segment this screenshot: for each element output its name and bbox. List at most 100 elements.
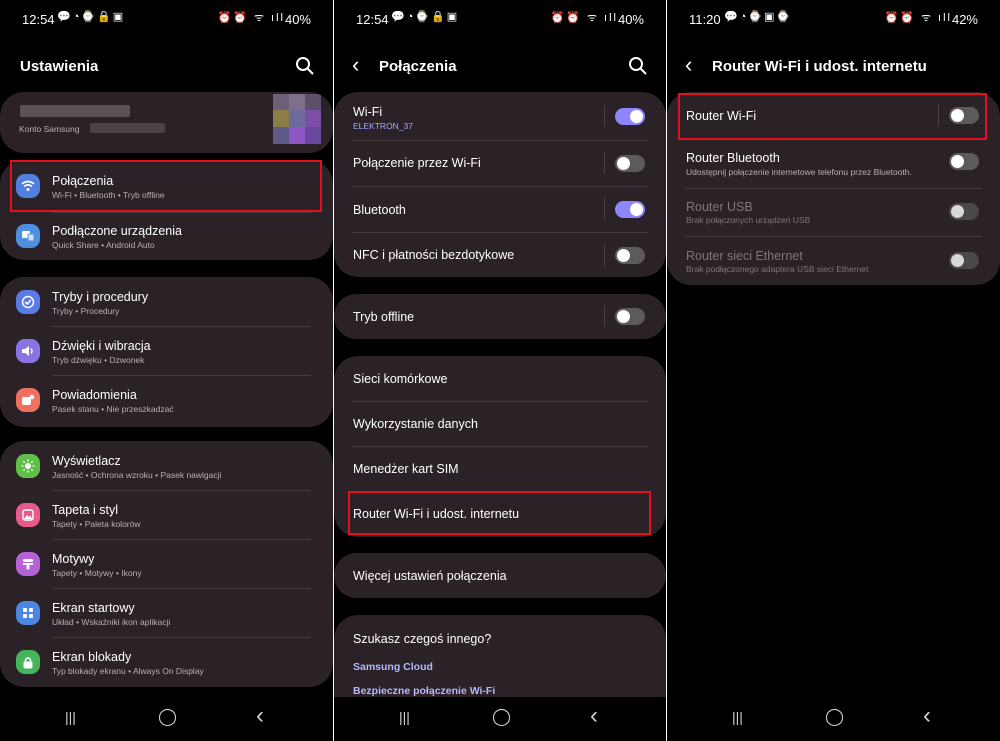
row-label: Wi-Fi (353, 105, 383, 119)
wifi-calling-toggle[interactable] (615, 155, 645, 172)
connections-group-4: Więcej ustawień połączenia (334, 553, 666, 598)
wifi-network-name: ELEKTRON_37 (353, 121, 413, 131)
blurred-email (90, 123, 165, 133)
item-label: Ekran startowy (52, 601, 135, 615)
nfc-toggle[interactable] (615, 247, 645, 264)
page-title: Ustawienia (20, 58, 99, 75)
status-bar: 11:20 💬◔⌚▣⌚ ⏰⏰ ᯤ ıll 42% (667, 0, 1000, 36)
back-button[interactable]: ‹ (256, 702, 264, 730)
wifi-toggle[interactable] (615, 108, 645, 125)
item-subtitle: Układ • Wskaźniki ikon aplikacji (52, 617, 171, 627)
settings-group-3: Wyświetlacz Jasność • Ochrona wzroku • P… (0, 441, 333, 687)
row-data-usage[interactable]: Wykorzystanie danych (334, 401, 666, 446)
vertical-divider (604, 105, 605, 127)
link-secure-wifi[interactable]: Bezpieczne połączenie Wi-Fi (353, 685, 495, 697)
connections-group-2: Tryb offline (334, 294, 666, 339)
settings-item-lock-screen[interactable]: Ekran blokady Typ blokady ekranu • Alway… (0, 637, 333, 687)
settings-item-connected-devices[interactable]: Podłączone urządzenia Quick Share • Andr… (0, 212, 333, 260)
row-sim-manager[interactable]: Menedżer kart SIM (334, 446, 666, 491)
row-label: Bluetooth (353, 203, 406, 217)
account-card[interactable]: Konto Samsung (0, 92, 333, 153)
recents-button[interactable]: ||| (399, 709, 410, 725)
item-label: Tapeta i styl (52, 503, 119, 517)
status-time: 11:20 (689, 12, 721, 27)
row-label: Router sieci Ethernet (686, 249, 803, 263)
volume-icon (16, 339, 40, 363)
row-label: Połączenie przez Wi-Fi (353, 156, 481, 170)
item-subtitle: Typ blokady ekranu • Always On Display (52, 666, 204, 676)
app-bar: Ustawienia (0, 50, 333, 84)
row-bluetooth-tethering[interactable]: Router Bluetooth Udostępnij połączenie i… (667, 140, 1000, 188)
navigation-bar: ||| ◯ ‹ (334, 697, 666, 741)
bluetooth-tethering-toggle[interactable] (949, 153, 979, 170)
notification-icons: 💬◔⌚🔒▣ (57, 11, 126, 23)
settings-item-sounds[interactable]: Dźwięki i wibracja Tryb dźwięku • Dzwone… (0, 326, 333, 376)
item-label: Dźwięki i wibracja (52, 339, 151, 353)
vertical-divider (604, 198, 605, 220)
row-more-connection-settings[interactable]: Więcej ustawień połączenia (334, 553, 666, 598)
settings-item-notifications[interactable]: Powiadomienia Pasek stanu • Nie przeszka… (0, 375, 333, 427)
hotspot-screen: 11:20 💬◔⌚▣⌚ ⏰⏰ ᯤ ıll 42% ‹ Router Wi-Fi … (667, 0, 1000, 741)
vertical-divider (604, 244, 605, 266)
notification-icons: 💬◔⌚▣⌚ (724, 11, 793, 23)
row-bluetooth[interactable]: Bluetooth (334, 186, 666, 232)
settings-item-home-screen[interactable]: Ekran startowy Układ • Wskaźniki ikon ap… (0, 588, 333, 638)
row-subtitle: Brak podłączonego adaptera USB sieci Eth… (686, 264, 869, 274)
lock-icon (16, 650, 40, 674)
row-subtitle: Udostępnij połączenie internetowe telefo… (686, 167, 912, 177)
search-icon[interactable] (295, 56, 315, 76)
battery-level: 40% (617, 12, 644, 27)
usb-tethering-toggle (949, 203, 979, 220)
item-subtitle: Jasność • Ochrona wzroku • Pasek nawigac… (52, 470, 222, 480)
row-mobile-networks[interactable]: Sieci komórkowe (334, 356, 666, 401)
brightness-icon (16, 454, 40, 478)
recents-button[interactable]: ||| (732, 709, 743, 725)
link-samsung-cloud[interactable]: Samsung Cloud (353, 661, 433, 673)
back-button[interactable]: ‹ (923, 702, 931, 730)
battery-level: 40% (284, 12, 311, 27)
settings-item-modes-routines[interactable]: Tryby i procedury Tryby • Procedury (0, 277, 333, 327)
bluetooth-toggle[interactable] (615, 201, 645, 218)
row-label: Router USB (686, 200, 753, 214)
back-arrow-icon[interactable]: ‹ (352, 52, 359, 78)
page-title: Połączenia (379, 58, 457, 75)
row-subtitle: Brak połączonych urządzeń USB (686, 215, 811, 225)
settings-item-wallpaper[interactable]: Tapeta i styl Tapety • Paleta kolorów (0, 490, 333, 540)
row-wifi-calling[interactable]: Połączenie przez Wi-Fi (334, 140, 666, 186)
app-bar: ‹ Połączenia (334, 50, 666, 84)
status-time: 12:54 (356, 12, 389, 27)
row-wifi[interactable]: Wi-Fi ELEKTRON_37 (334, 92, 666, 140)
status-bar: 12:54 💬◔⌚🔒▣ ⏰⏰ ᯤ ıll 40% (0, 0, 333, 36)
settings-item-themes[interactable]: Motywy Tapety • Motywy • Ikony (0, 539, 333, 589)
recents-button[interactable]: ||| (65, 709, 76, 725)
back-arrow-icon[interactable]: ‹ (685, 52, 692, 78)
battery-level: 42% (951, 12, 978, 27)
item-label: Podłączone urządzenia (52, 224, 182, 238)
back-button[interactable]: ‹ (590, 702, 598, 730)
suggestions-title: Szukasz czegoś innego? (353, 632, 492, 646)
row-nfc[interactable]: NFC i płatności bezdotykowe (334, 232, 666, 277)
search-icon[interactable] (628, 56, 648, 76)
navigation-bar: ||| ◯ ‹ (667, 697, 1000, 741)
home-button[interactable]: ◯ (492, 707, 511, 727)
highlight-box (678, 93, 987, 140)
status-time: 12:54 (22, 12, 55, 27)
home-button[interactable]: ◯ (825, 707, 844, 727)
airplane-mode-toggle[interactable] (615, 308, 645, 325)
home-button[interactable]: ◯ (158, 707, 177, 727)
check-circle-icon (16, 290, 40, 314)
highlight-box (348, 491, 651, 535)
page-title: Router Wi-Fi i udost. internetu (712, 58, 927, 75)
system-icons: ⏰⏰ ᯤ ıll (884, 12, 952, 24)
navigation-bar: ||| ◯ ‹ (0, 697, 333, 741)
system-icons: ⏰⏰ ᯤ ıll (217, 12, 285, 24)
settings-group-2: Tryby i procedury Tryby • Procedury Dźwi… (0, 277, 333, 427)
row-airplane-mode[interactable]: Tryb offline (334, 294, 666, 339)
settings-item-display[interactable]: Wyświetlacz Jasność • Ochrona wzroku • P… (0, 441, 333, 491)
connections-screen: 12:54 💬◔⌚🔒▣ ⏰⏰ ᯤ ıll 40% ‹ Połączenia Wi… (334, 0, 666, 741)
item-subtitle: Tryby • Procedury (52, 306, 120, 316)
notification-icons: 💬◔⌚🔒▣ (391, 11, 460, 23)
row-label: Tryb offline (353, 310, 415, 324)
row-label: Menedżer kart SIM (353, 462, 459, 476)
vertical-divider (604, 152, 605, 174)
